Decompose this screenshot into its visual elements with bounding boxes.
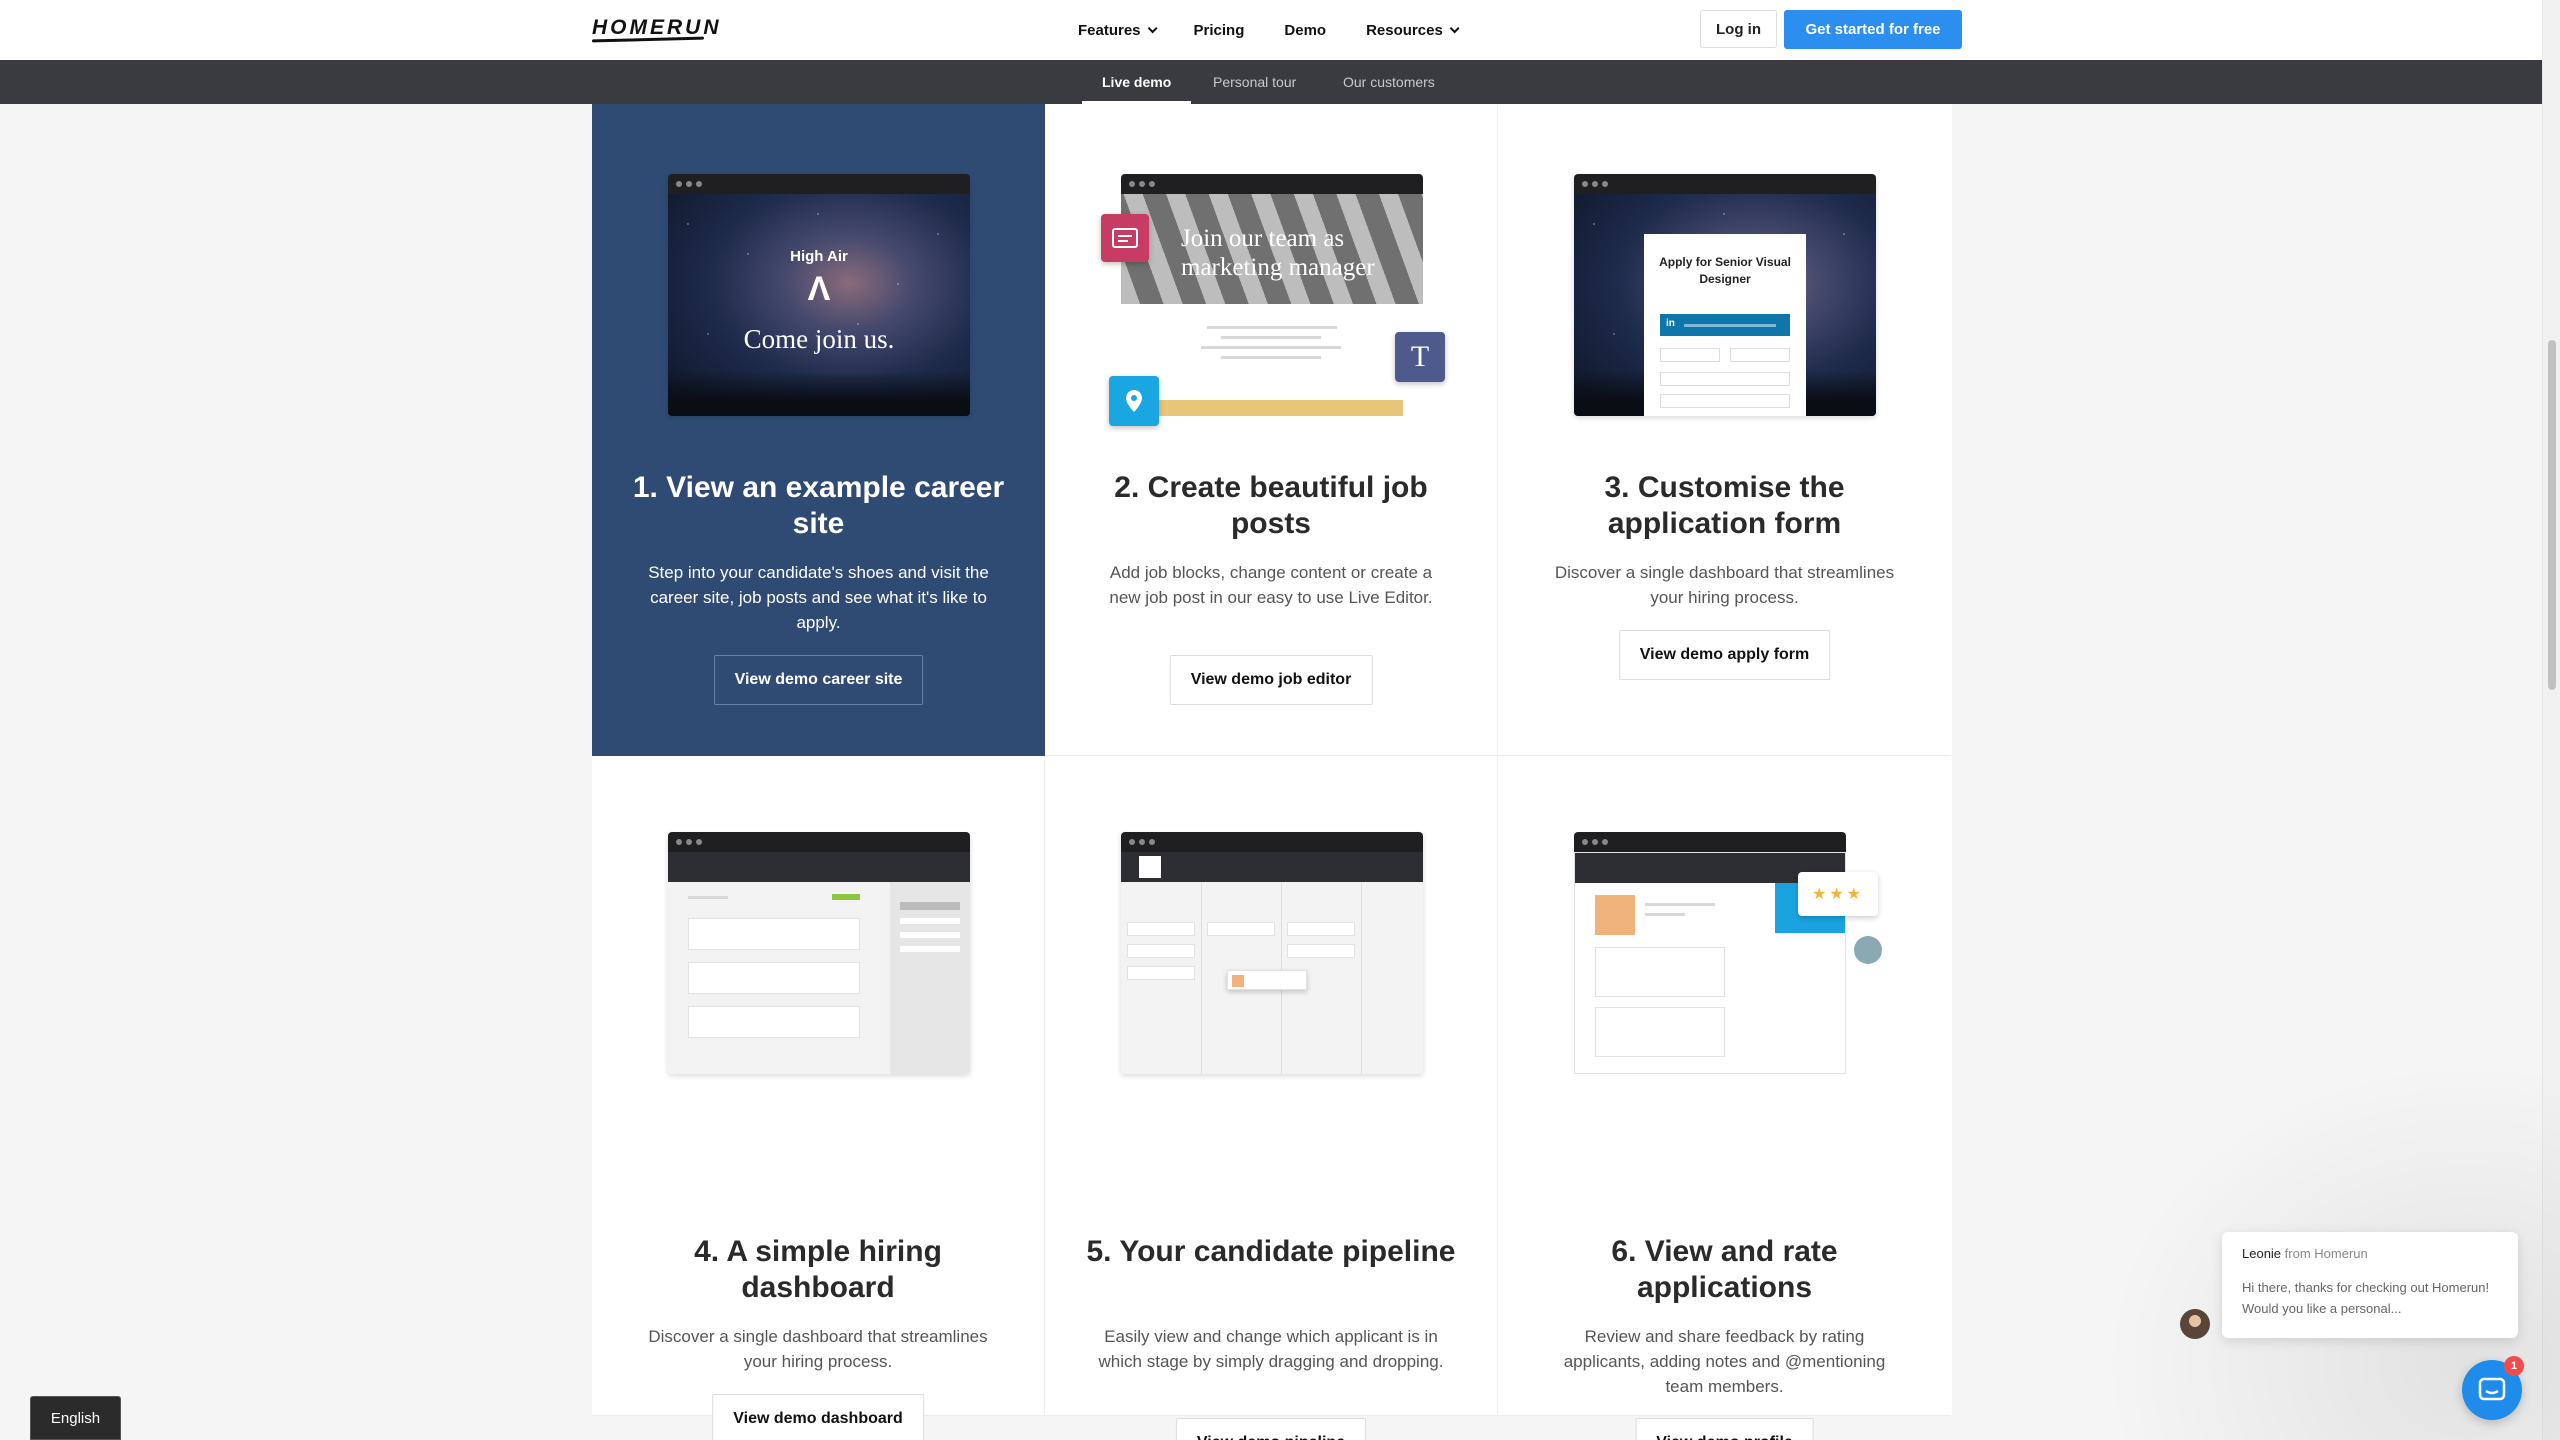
chat-unread-badge: 1 — [2504, 1356, 2524, 1376]
yellow-block — [1141, 400, 1403, 416]
reviewer-avatar — [1854, 936, 1882, 964]
nav-item-features[interactable]: Features — [1078, 21, 1158, 39]
card-description: Step into your candidate's shoes and vis… — [648, 563, 989, 632]
text-format-icon: T — [1395, 332, 1445, 382]
main-nav: Features Pricing Demo Resources — [1078, 0, 1496, 60]
browser-bar — [1121, 832, 1423, 852]
example-headline: Come join us. — [743, 324, 895, 354]
apply-form-title: Apply for Senior Visual Designer — [1659, 255, 1791, 286]
card-description: Add job blocks, change content or create… — [1109, 563, 1433, 607]
card-career-site: High Air Λ Come join us. 1. View an exam… — [592, 104, 1045, 756]
scrollbar-thumb[interactable] — [2548, 340, 2556, 690]
nav-item-resources[interactable]: Resources — [1366, 21, 1460, 39]
nav-item-resources-label: Resources — [1366, 21, 1443, 39]
language-selector[interactable]: English — [30, 1396, 121, 1440]
browser-bar — [1121, 174, 1423, 194]
view-demo-dashboard-button[interactable]: View demo dashboard — [712, 1394, 924, 1440]
view-demo-job-editor-button[interactable]: View demo job editor — [1169, 655, 1373, 705]
text-block-icon — [1101, 214, 1149, 262]
browser-bar — [668, 174, 970, 194]
browser-bar — [1574, 174, 1876, 194]
card-title: 3. Customise the application form — [1604, 471, 1845, 540]
apply-form-illustration: Apply for Senior Visual Designer in — [1574, 174, 1876, 416]
nav-item-features-label: Features — [1078, 21, 1141, 39]
chevron-down-icon — [1147, 22, 1158, 33]
card-description: Discover a single dashboard that streaml… — [648, 1327, 988, 1371]
get-started-button[interactable]: Get started for free — [1784, 10, 1962, 49]
card-description: Discover a single dashboard that streaml… — [1554, 563, 1895, 607]
tab-our-customers[interactable]: Our customers — [1343, 60, 1435, 104]
pipeline-mock — [1121, 852, 1423, 1074]
tab-live-demo[interactable]: Live demo — [1081, 60, 1192, 104]
demo-grid: High Air Λ Come join us. 1. View an exam… — [592, 104, 1952, 1440]
top-navigation: HOMERUN Features Pricing Demo Resources … — [0, 0, 2542, 60]
chevron-down-icon — [1449, 22, 1460, 33]
nav-item-demo-label: Demo — [1284, 21, 1327, 39]
rating-stars: ★★★ — [1798, 872, 1878, 916]
chat-sender: Leonie from Homerun — [2242, 1246, 2498, 1261]
location-pin-icon — [1109, 376, 1159, 426]
nav-item-pricing-label: Pricing — [1193, 21, 1245, 39]
job-post-headline: Join our team as marketing manager — [1181, 225, 1375, 281]
view-demo-career-site-button[interactable]: View demo career site — [713, 655, 924, 705]
view-demo-profile-button[interactable]: View demo profile — [1635, 1418, 1814, 1440]
card-title: 1. View an example career site — [632, 471, 1005, 540]
card-description: Easily view and change which applicant i… — [1098, 1327, 1444, 1371]
view-demo-pipeline-button[interactable]: View demo pipeline — [1175, 1418, 1367, 1440]
nav-item-pricing[interactable]: Pricing — [1194, 22, 1245, 39]
example-brand-mark: Λ — [807, 270, 831, 308]
card-title: 2. Create beautiful job posts — [1114, 471, 1428, 540]
card-pipeline: 5. Your candidate pipeline Easily view a… — [1045, 756, 1498, 1440]
linkedin-apply-button: in — [1660, 314, 1790, 336]
card-title: 4. A simple hiring dashboard — [694, 1235, 942, 1304]
chat-message: Hi there, thanks for checking out Homeru… — [2242, 1280, 2490, 1316]
card-job-posts: Join our team as marketing manager T 2. … — [1045, 104, 1498, 756]
career-site-illustration: High Air Λ Come join us. — [668, 174, 970, 416]
chat-sender-name: Leonie — [2242, 1246, 2282, 1261]
apply-form-card: Apply for Senior Visual Designer in — [1644, 234, 1806, 416]
chat-sender-org: from Homerun — [2284, 1246, 2368, 1261]
example-brand-name: High Air — [790, 248, 848, 265]
card-description: Review and share feedback by rating appl… — [1563, 1327, 1886, 1396]
login-button[interactable]: Log in — [1700, 10, 1777, 48]
card-application-form: Apply for Senior Visual Designer in 3. C… — [1498, 104, 1951, 756]
card-title: 5. Your candidate pipeline — [1086, 1235, 1456, 1268]
dashboard-mock — [668, 852, 970, 1074]
card-rate-applications: ★★★ 6. View and rate applications Review… — [1498, 756, 1951, 1440]
profile-illustration: ★★★ — [1574, 832, 1882, 1074]
browser-bar — [668, 832, 970, 852]
browser-bar — [1574, 832, 1846, 852]
card-dashboard: 4. A simple hiring dashboard Discover a … — [592, 756, 1045, 1440]
demo-subnav: Live demo Personal tour Our customers — [0, 60, 2542, 104]
card-title: 6. View and rate applications — [1611, 1235, 1838, 1304]
job-editor-illustration: Join our team as marketing manager T — [1101, 174, 1445, 426]
applicant-avatar — [1595, 895, 1635, 935]
view-demo-apply-form-button[interactable]: View demo apply form — [1618, 630, 1831, 680]
dashboard-illustration — [668, 832, 970, 1074]
chat-icon — [2478, 1377, 2506, 1401]
pipeline-illustration — [1121, 832, 1423, 1074]
chat-preview-card[interactable]: Leonie from Homerun Hi there, thanks for… — [2222, 1232, 2518, 1338]
chat-agent-avatar — [2180, 1309, 2210, 1339]
tab-personal-tour[interactable]: Personal tour — [1213, 60, 1296, 104]
nav-item-demo[interactable]: Demo — [1284, 22, 1326, 39]
linkedin-icon: in — [1666, 318, 1675, 329]
